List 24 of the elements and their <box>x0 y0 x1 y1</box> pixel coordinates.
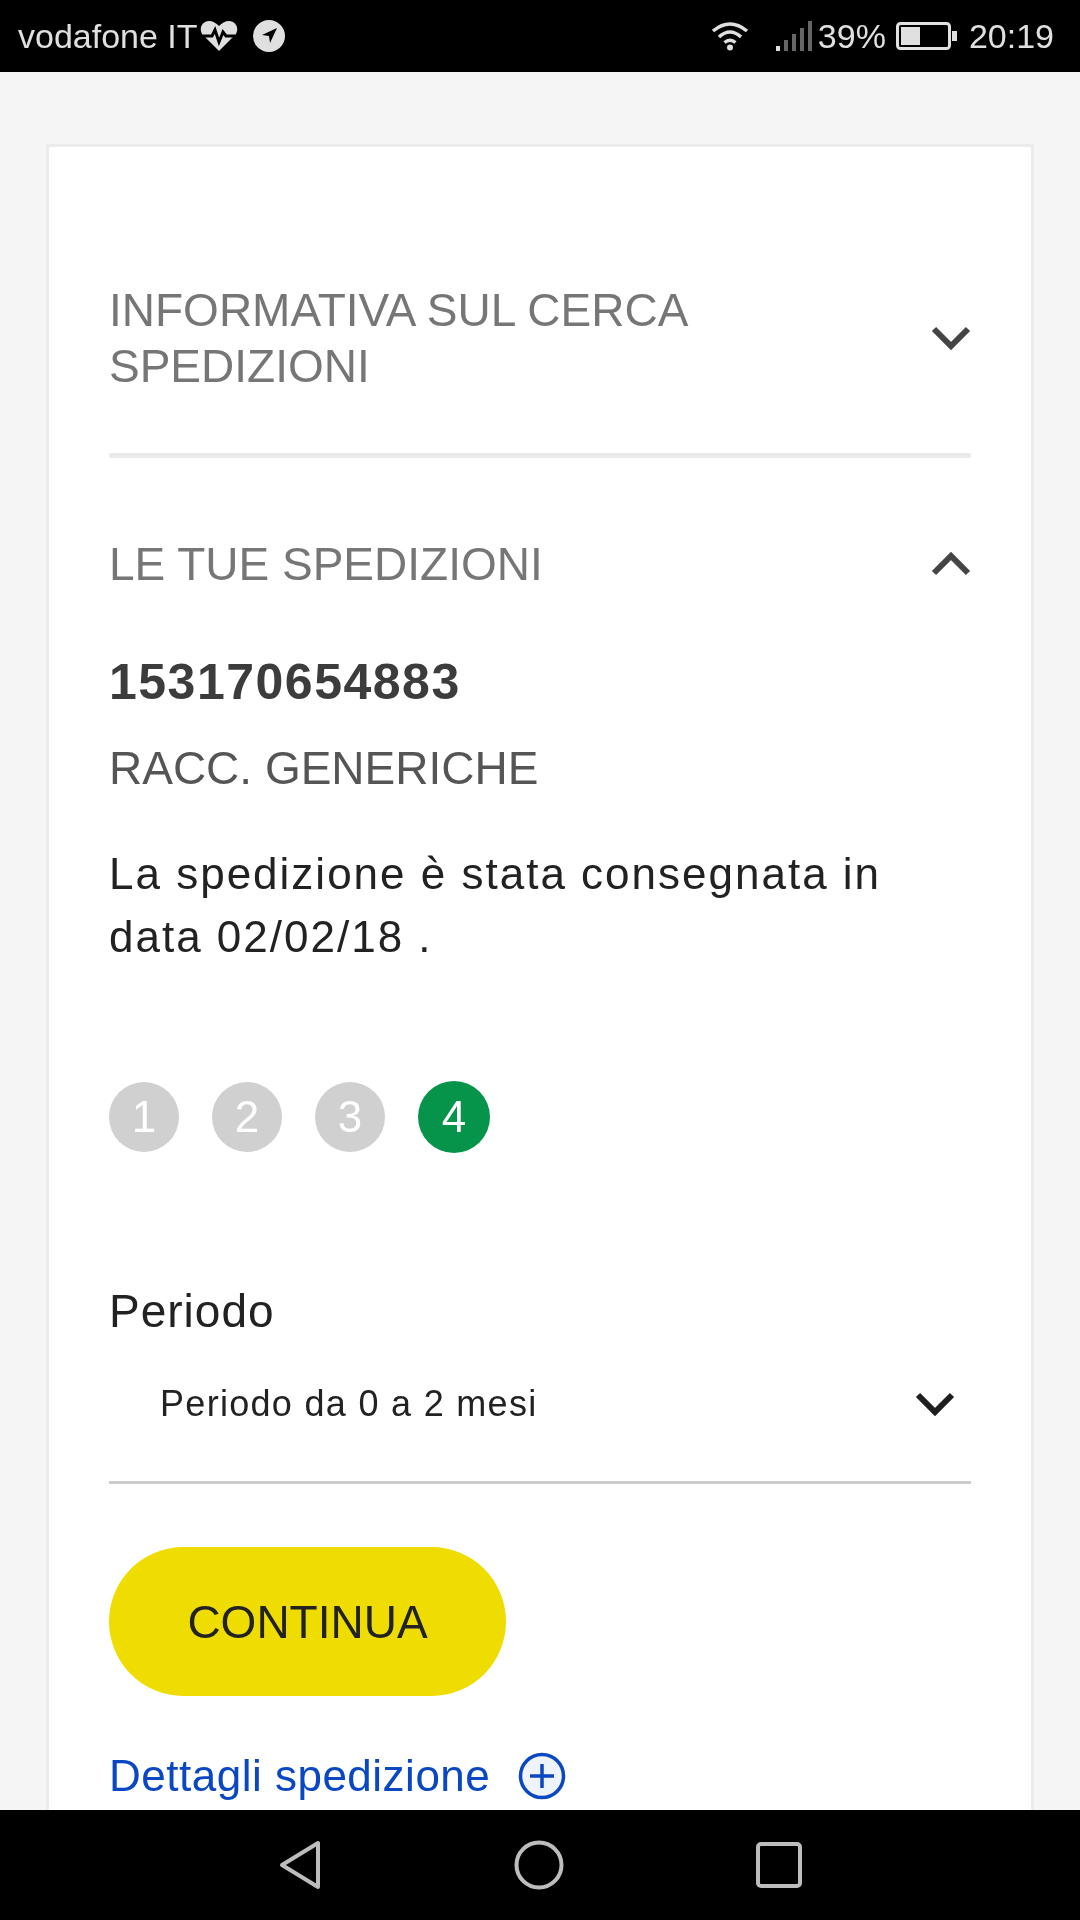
battery-percentage: 39% <box>817 16 886 56</box>
signal-icon <box>775 21 812 51</box>
recent-apps-icon[interactable] <box>756 1842 802 1888</box>
continue-button[interactable]: CONTINUA <box>109 1547 506 1696</box>
section-title[interactable]: INFORMATIVA SUL CERCA SPEDIZIONI <box>109 282 829 394</box>
shipment-type: RACC. GENERICHE <box>109 741 540 796</box>
home-icon[interactable] <box>514 1840 564 1890</box>
chevron-down-icon[interactable] <box>915 1392 955 1416</box>
tracking-number: 153170654883 <box>109 653 462 712</box>
back-icon[interactable] <box>278 1840 322 1890</box>
plus-circle-icon[interactable] <box>518 1752 567 1800</box>
section-title[interactable]: LE TUE SPEDIZIONI <box>109 536 543 592</box>
carrier-name: vodafone IT <box>18 16 198 56</box>
status-time: 20:19 <box>968 16 1054 56</box>
chevron-down-icon[interactable] <box>931 326 971 350</box>
wifi-icon <box>710 21 749 51</box>
period-label: Periodo <box>109 1284 276 1339</box>
status-message: La spedizione è stata consegnata in data 02/02/18 . <box>109 848 883 963</box>
battery-icon <box>895 22 957 50</box>
chevron-up-icon[interactable] <box>931 552 971 576</box>
period-select[interactable]: Periodo da 0 a 2 mesi <box>109 1339 971 1484</box>
heart-pulse-icon <box>199 20 238 52</box>
step-indicator: 4 <box>418 1081 490 1153</box>
details-link[interactable]: Dettagli spedizione <box>109 1748 491 1804</box>
